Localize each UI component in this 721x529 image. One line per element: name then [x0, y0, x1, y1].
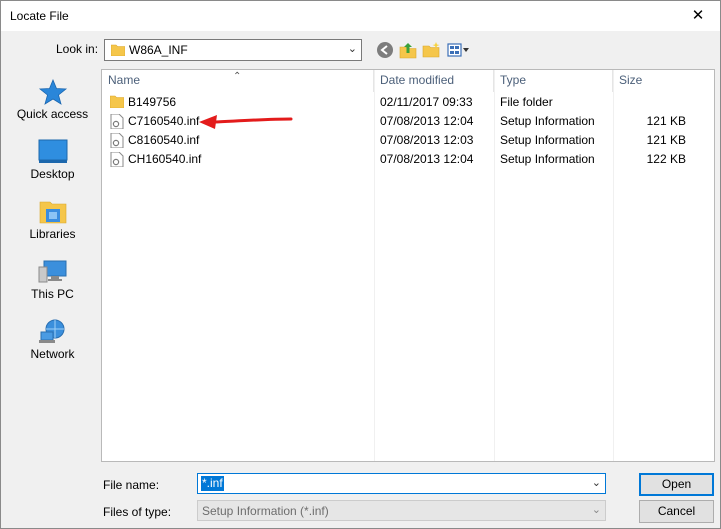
place-label: Network — [30, 347, 75, 361]
chevron-down-icon: ⌄ — [591, 504, 601, 516]
open-button[interactable]: Open — [639, 473, 714, 496]
file-size: 121 KB — [646, 133, 686, 147]
up-folder-icon[interactable] — [399, 41, 417, 59]
inf-file-icon — [110, 152, 124, 167]
sort-ascending-icon: ⌃ — [233, 71, 242, 82]
title-bar: Locate File ✕ — [1, 1, 720, 31]
table-row[interactable]: C8160540.inf 07/08/2013 12:03 Setup Info… — [102, 131, 714, 150]
file-date: 07/08/2013 12:03 — [380, 133, 474, 147]
close-button[interactable]: ✕ — [676, 1, 720, 31]
folder-icon — [110, 95, 124, 108]
table-row[interactable]: C7160540.inf 07/08/2013 12:04 Setup Info… — [102, 112, 714, 131]
look-in-value: W86A_INF — [129, 43, 188, 57]
file-type-label: Files of type: — [103, 505, 172, 519]
network-icon — [38, 319, 64, 343]
file-type: Setup Information — [500, 152, 595, 166]
folder-icon — [111, 44, 125, 56]
file-size: 122 KB — [646, 152, 686, 166]
place-label: Desktop — [30, 167, 75, 181]
file-name: B149756 — [128, 95, 177, 109]
back-icon[interactable] — [376, 41, 394, 59]
place-network[interactable]: Network — [9, 319, 96, 361]
view-menu-icon[interactable] — [447, 41, 471, 59]
file-name: CH160540.inf — [128, 152, 202, 166]
place-desktop[interactable]: Desktop — [9, 139, 96, 181]
table-row[interactable]: CH160540.inf 07/08/2013 12:04 Setup Info… — [102, 150, 714, 169]
file-type: Setup Information — [500, 133, 595, 147]
file-name-value: *.inf — [201, 476, 224, 491]
new-folder-icon[interactable] — [422, 41, 440, 59]
column-header-label: Date modified — [380, 73, 455, 87]
column-header-name[interactable]: Name ⌃ — [102, 70, 374, 92]
file-list[interactable]: Name ⌃ Date modified Type Size B149756 0… — [101, 69, 715, 462]
computer-icon — [38, 260, 66, 283]
table-row[interactable]: B149756 02/11/2017 09:33 File folder — [102, 93, 714, 112]
column-header-type[interactable]: Type — [494, 70, 613, 92]
look-in-combo[interactable]: W86A_INF ⌄ — [104, 39, 362, 61]
place-label: Libraries — [29, 227, 76, 241]
place-libraries[interactable]: Libraries — [9, 199, 96, 241]
star-icon — [38, 79, 67, 105]
locate-file-dialog: Locate File ✕ Look in: W86A_INF ⌄ Quick … — [0, 0, 721, 529]
file-name-input[interactable]: *.inf ⌄ — [197, 473, 606, 494]
desktop-icon — [38, 139, 67, 163]
place-label: Quick access — [16, 107, 89, 121]
column-header-label: Type — [500, 73, 527, 87]
column-header-date[interactable]: Date modified — [374, 70, 494, 92]
file-type: File folder — [500, 95, 553, 109]
libraries-icon — [39, 201, 66, 224]
file-size: 121 KB — [646, 114, 686, 128]
file-name-label: File name: — [103, 478, 160, 492]
inf-file-icon — [110, 114, 124, 129]
column-header-size[interactable]: Size — [613, 70, 714, 92]
file-type-select: Setup Information (*.inf) ⌄ — [197, 500, 606, 521]
file-type-value: Setup Information (*.inf) — [202, 504, 329, 518]
chevron-down-icon[interactable]: ⌄ — [592, 476, 601, 489]
column-header-label: Size — [619, 73, 643, 87]
places-bar: Quick access Desktop Libraries This PC N… — [9, 69, 96, 464]
file-date: 07/08/2013 12:04 — [380, 152, 474, 166]
file-name: C8160540.inf — [128, 133, 200, 147]
column-header-label: Name — [108, 73, 141, 87]
file-type: Setup Information — [500, 114, 595, 128]
cancel-button[interactable]: Cancel — [639, 500, 714, 523]
place-this-pc[interactable]: This PC — [9, 259, 96, 301]
chevron-down-icon[interactable]: ⌄ — [348, 42, 357, 55]
file-name: C7160540.inf — [128, 114, 200, 128]
inf-file-icon — [110, 133, 124, 148]
place-quick-access[interactable]: Quick access — [9, 79, 96, 121]
window-title: Locate File — [10, 9, 69, 23]
place-label: This PC — [31, 287, 74, 301]
look-in-label: Look in: — [56, 42, 99, 56]
file-date: 07/08/2013 12:04 — [380, 114, 474, 128]
file-date: 02/11/2017 09:33 — [380, 95, 473, 109]
red-arrow-annotation-icon — [199, 115, 293, 129]
